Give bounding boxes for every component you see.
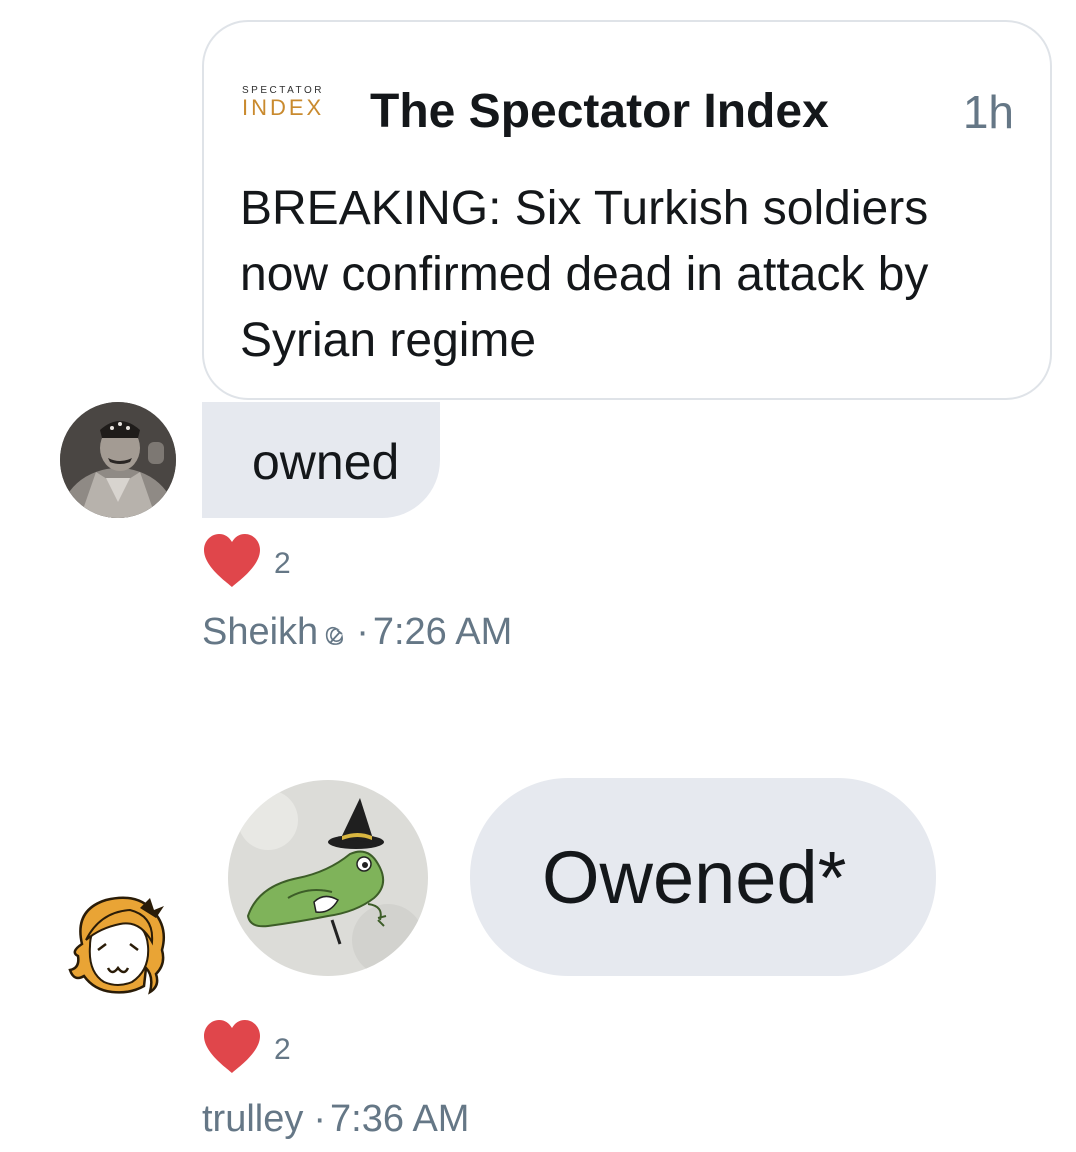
heart-reaction[interactable]: 2 [202, 1019, 291, 1075]
message-bubble-owned[interactable]: owned [202, 402, 440, 518]
hammer-sickle-icon [326, 626, 344, 645]
sender-avatar-sheikh[interactable] [60, 402, 176, 518]
meta-separator: · [356, 611, 369, 653]
heart-reaction[interactable]: 2 [202, 533, 291, 589]
sender-name[interactable]: trulley [202, 1098, 303, 1140]
message-bubble-owened[interactable]: Owened* [470, 778, 936, 976]
quoted-author-name[interactable]: The Spectator Index [370, 84, 829, 140]
brand-logo-bottom: INDEX [242, 95, 325, 120]
meta-separator: · [313, 1098, 327, 1140]
message-time: 7:36 AM [330, 1098, 470, 1140]
quoted-tweet-text: BREAKING: Six Turkish soldiers now confi… [240, 182, 929, 367]
quoted-tweet-time: 1h [962, 86, 1014, 138]
heart-icon [204, 534, 260, 587]
message-time: 7:26 AM [372, 611, 513, 653]
portrait-photo-icon [60, 402, 176, 518]
message-meta: trulley · 7:36 AM [202, 1097, 469, 1141]
spectator-index-logo: SPECTATOR INDEX [242, 86, 342, 119]
frog-wizard-icon [228, 780, 428, 976]
reaction-count: 2 [274, 1033, 291, 1066]
sender-avatar-trulley[interactable] [60, 890, 180, 1000]
message-text: Owened* [542, 836, 847, 919]
sender-name[interactable]: Sheikh [202, 611, 318, 653]
cartoon-face-icon [68, 896, 165, 995]
reaction-count: 2 [274, 547, 291, 580]
message-text: owned [252, 434, 400, 490]
heart-icon [204, 1020, 260, 1073]
quoted-tweet-card[interactable]: SPECTATOR INDEX The Spectator Index 1h B… [202, 20, 1052, 400]
frog-wizard-image [228, 780, 428, 976]
message-meta: Sheikh · 7:26 AM [202, 610, 512, 654]
